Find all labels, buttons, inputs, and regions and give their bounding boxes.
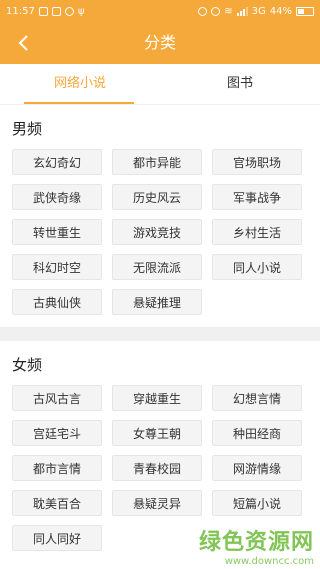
signal-icon (236, 6, 248, 16)
category-chip[interactable]: 无限流派 (112, 254, 202, 280)
category-chip[interactable]: 古典仙侠 (12, 289, 102, 315)
category-chip[interactable]: 同人同好 (12, 525, 102, 551)
status-time: 11:57 (6, 5, 35, 17)
category-chip[interactable]: 转世重生 (12, 219, 102, 245)
category-chip[interactable]: 女尊王朝 (112, 420, 202, 446)
category-chip[interactable]: 都市异能 (112, 149, 202, 175)
section-title-male: 男频 (12, 120, 43, 138)
section-title-female: 女频 (12, 356, 43, 374)
chevron-left-icon (18, 35, 28, 51)
category-chip[interactable]: 玄幻奇幻 (12, 149, 102, 175)
category-chip[interactable]: 种田经商 (212, 420, 302, 446)
category-content: 男频 玄幻奇幻 都市异能 官场职场武侠奇缘 历史风云 军事战争转世重生 游戏竞技 乡村生活科… (0, 105, 320, 551)
category-chip[interactable]: 悬疑灵异 (112, 490, 202, 516)
category-chip[interactable]: 军事战争 (212, 184, 302, 210)
category-chip[interactable]: 武侠奇缘 (12, 184, 102, 210)
title-bar: 分类 (0, 22, 320, 64)
tab-books[interactable]: 图书 (160, 64, 320, 104)
category-grid-male: 玄幻奇幻 都市异能 官场职场武侠奇缘 历史风云 军事战争转世重生 游戏竞技 乡村生活科幻时空… (12, 149, 312, 315)
status-bar-left: 11:57 ψ (6, 6, 84, 17)
category-chip[interactable]: 短篇小说 (212, 490, 302, 516)
wifi-icon: ≋ (224, 5, 233, 17)
notification-image-icon (38, 6, 48, 16)
network-type: 3G (251, 5, 266, 17)
battery-icon (296, 6, 314, 16)
category-chip[interactable]: 网游情缘 (212, 455, 302, 481)
silent-icon (198, 6, 208, 16)
category-grid-female: 古风古言 穿越重生 幻想言情宫廷宅斗 女尊王朝 种田经商都市言情 青春校园 网游情缘耽美百合… (12, 385, 312, 551)
notification-globe-icon (64, 6, 74, 16)
section-divider (0, 327, 320, 341)
tab-bar: 网络小说 图书 (0, 64, 320, 105)
category-chip[interactable]: 同人小说 (212, 254, 302, 280)
section-male: 男频 玄幻奇幻 都市异能 官场职场武侠奇缘 历史风云 军事战争转世重生 游戏竞技 乡村生活科… (0, 105, 320, 315)
watermark-url: www.downcc.com (224, 556, 314, 567)
category-chip[interactable]: 悬疑推理 (112, 289, 202, 315)
category-chip[interactable]: 历史风云 (112, 184, 202, 210)
usb-icon: ψ (77, 5, 85, 17)
battery-fill (298, 8, 304, 14)
tab-web-novels[interactable]: 网络小说 (0, 64, 160, 104)
category-chip[interactable]: 穿越重生 (112, 385, 202, 411)
category-chip[interactable]: 科幻时空 (12, 254, 102, 280)
section-female: 女频 古风古言 穿越重生 幻想言情宫廷宅斗 女尊王朝 种田经商都市言情 青春校园 网游情缘耽… (0, 341, 320, 551)
category-chip[interactable]: 耽美百合 (12, 490, 102, 516)
status-bar: 11:57 ψ ≋ 3G 44% (0, 0, 320, 22)
battery-percent: 44% (269, 5, 292, 17)
page-title: 分类 (143, 33, 176, 52)
category-chip[interactable]: 乡村生活 (212, 219, 302, 245)
category-chip[interactable]: 官场职场 (212, 149, 302, 175)
status-bar-right: ≋ 3G 44% (198, 6, 314, 17)
category-chip[interactable]: 古风古言 (12, 385, 102, 411)
category-chip[interactable]: 青春校园 (112, 455, 202, 481)
notification-box-icon (51, 6, 61, 16)
category-chip[interactable]: 幻想言情 (212, 385, 302, 411)
alarm-icon (211, 6, 221, 16)
category-chip[interactable]: 游戏竞技 (112, 219, 202, 245)
category-chip[interactable]: 都市言情 (12, 455, 102, 481)
back-button[interactable] (8, 22, 38, 64)
category-chip[interactable]: 宫廷宅斗 (12, 420, 102, 446)
